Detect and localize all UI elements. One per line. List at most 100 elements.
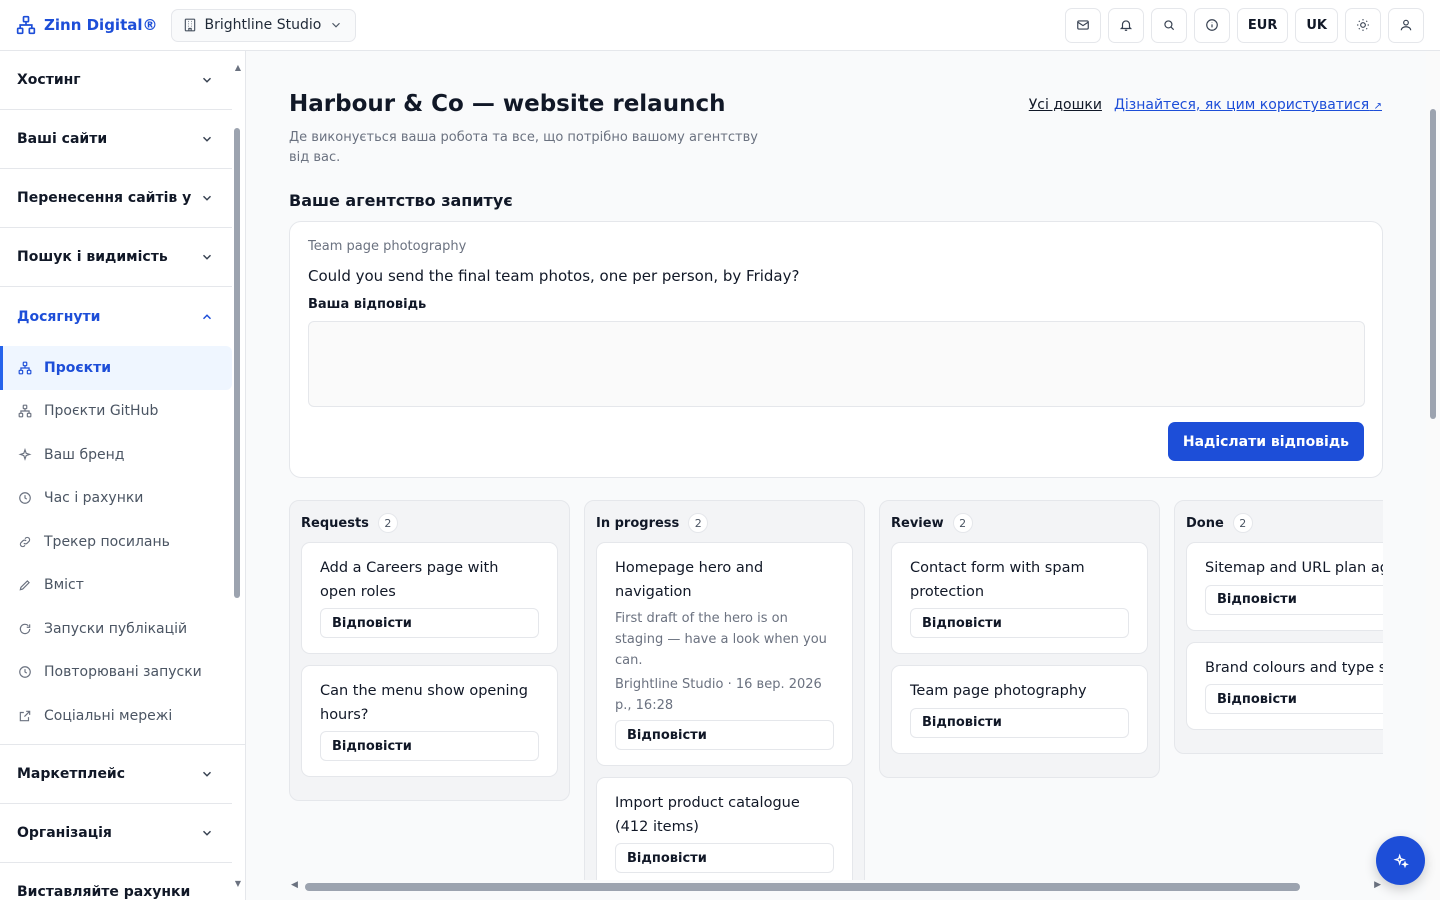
clock-icon — [19, 666, 31, 679]
board-column-requests: Requests 2 Add a Careers page with open r… — [289, 500, 570, 801]
chevron-down-icon — [332, 22, 341, 28]
column-count: 2 — [952, 513, 973, 533]
language-button[interactable]: UK — [1295, 7, 1338, 43]
sidebar-item-recurring-runs[interactable]: Повторювані запуски — [0, 651, 232, 695]
top-bar: Zinn Digital® Brightline Studio EUR UK — [0, 0, 1440, 51]
sidebar-item-content[interactable]: Вміст — [0, 564, 232, 608]
request-question: Could you send the final team photos, on… — [308, 267, 800, 285]
scroll-left-arrow[interactable]: ◀ — [291, 880, 298, 890]
sidebar-section-hosting[interactable]: Хостинг — [0, 51, 232, 110]
board-scroll-thumb[interactable] — [305, 883, 1300, 891]
chevron-down-icon — [202, 195, 212, 201]
reply-button[interactable]: Відповісти — [910, 707, 1129, 738]
learn-link[interactable]: Дізнайтеся, як цим користуватися ↗ — [1114, 97, 1382, 113]
board-card[interactable]: Sitemap and URL plan agreed Відповісти — [1186, 542, 1383, 631]
page-vertical-scrollbar[interactable] — [1426, 51, 1440, 900]
external-link-icon — [19, 710, 31, 721]
sidebar-item-github-projects[interactable]: Проєкти GitHub — [0, 390, 232, 434]
board-horizontal-scrollbar[interactable]: ◀ ▶ — [289, 880, 1383, 894]
column-count: 2 — [377, 513, 398, 533]
page-title: Harbour & Co — website relaunch — [289, 91, 726, 117]
board-card[interactable]: Contact form with spam protection Відпов… — [891, 542, 1148, 654]
request-section-heading: Ваше агентство запитує — [289, 191, 513, 210]
sidebar-item-publish-runs[interactable]: Запуски публікацій — [0, 607, 232, 651]
sidebar-section-reach[interactable]: Досягнути — [0, 287, 232, 346]
page-scroll-thumb[interactable] — [1430, 109, 1436, 419]
network-icon — [16, 15, 36, 35]
all-boards-link[interactable]: Усі дошки — [1029, 97, 1102, 113]
reply-button[interactable]: Відповісти — [1205, 684, 1383, 714]
board-card[interactable]: Import product catalogue (412 items) Від… — [596, 777, 853, 880]
network-icon — [18, 361, 32, 375]
kanban-board: Requests 2 Add a Careers page with open r… — [289, 500, 1383, 880]
column-count: 2 — [1232, 513, 1253, 533]
sidebar-scroll-up-arrow[interactable]: ▲ — [235, 63, 241, 72]
page-description: Де виконується ваша робота та все, що по… — [289, 130, 758, 165]
sidebar-scrollbar[interactable] — [234, 128, 240, 598]
assistant-button[interactable] — [1376, 836, 1425, 885]
board-column-done: Done2 Sitemap and URL plan agreed Відпов… — [1174, 500, 1383, 754]
bell-icon — [1119, 20, 1132, 31]
board-card[interactable]: Brand colours and type scale Відповісти — [1186, 641, 1383, 730]
info-button[interactable] — [1193, 7, 1230, 43]
pencil-icon — [19, 580, 30, 591]
brand-logo[interactable]: Zinn Digital® — [16, 15, 158, 35]
clock-icon — [19, 492, 31, 505]
reply-button[interactable]: Відповісти — [320, 731, 539, 761]
sidebar: Хостинг Ваші сайти Перенесення сайтів у … — [0, 51, 246, 900]
sparkle-icon — [1393, 853, 1409, 868]
sidebar-item-social[interactable]: Соціальні мережі — [0, 694, 232, 738]
refresh-icon — [19, 623, 31, 634]
scroll-right-arrow[interactable]: ▶ — [1374, 880, 1381, 890]
reply-button[interactable]: Відповісти — [320, 608, 539, 638]
board-column-in-progress: In progress 2 Homepage hero and navigatio… — [584, 500, 865, 880]
request-topic: Team page photography — [308, 239, 467, 254]
board-card[interactable]: Team page photography Відповісти — [891, 665, 1148, 754]
theme-toggle-button[interactable] — [1345, 7, 1381, 43]
chevron-down-icon — [202, 771, 212, 777]
link-icon — [19, 536, 31, 547]
chevron-up-icon — [202, 313, 212, 319]
user-icon — [1400, 19, 1412, 31]
currency-button[interactable]: EUR — [1236, 7, 1289, 43]
chevron-down-icon — [202, 830, 212, 836]
search-icon — [1164, 20, 1174, 31]
sidebar-section-sites[interactable]: Ваші сайти — [0, 110, 232, 169]
workspace-switcher[interactable]: Brightline Studio — [170, 8, 357, 42]
sidebar-item-link-tracker[interactable]: Трекер посилань — [0, 520, 232, 564]
sidebar-item-projects[interactable]: Проєкти — [0, 346, 232, 390]
sidebar-scroll-down-arrow[interactable]: ▼ — [235, 879, 241, 888]
sidebar-item-brand[interactable]: Ваш бренд — [0, 433, 232, 477]
chevron-down-icon — [202, 136, 212, 142]
notifications-button[interactable] — [1107, 7, 1144, 43]
sun-icon — [1357, 19, 1369, 31]
sidebar-section-search[interactable]: Пошук і видимість — [0, 228, 232, 287]
board-card[interactable]: Add a Careers page with open roles Відпо… — [301, 542, 558, 654]
board-card[interactable]: Can the menu show opening hours? Відпові… — [301, 665, 558, 777]
account-button[interactable] — [1388, 7, 1424, 43]
mail-button[interactable] — [1064, 7, 1101, 43]
sidebar-section-marketplace[interactable]: Маркетплейс — [0, 745, 232, 804]
reply-textarea[interactable] — [308, 321, 1365, 407]
sidebar-section-migration[interactable]: Перенесення сайтів у — [0, 169, 232, 228]
sidebar-section-organisation[interactable]: Організація — [0, 804, 232, 863]
reply-button[interactable]: Відповісти — [1205, 584, 1383, 615]
board-card[interactable]: Homepage hero and navigation First draft… — [596, 542, 853, 766]
reply-button[interactable]: Відповісти — [615, 720, 834, 750]
external-link-icon: ↗ — [1373, 101, 1382, 112]
chevron-down-icon — [202, 254, 212, 260]
reply-button[interactable]: Відповісти — [910, 608, 1129, 638]
send-reply-button[interactable]: Надіслати відповідь — [1167, 422, 1364, 461]
main-content: Harbour & Co — website relaunch Де викон… — [246, 51, 1426, 900]
request-card: Team page photography Could you send the… — [289, 221, 1383, 478]
column-count: 2 — [688, 513, 709, 533]
sidebar-item-time-billing[interactable]: Час і рахунки — [0, 477, 232, 521]
sidebar-section-billing[interactable]: Виставляйте рахунки — [0, 863, 232, 900]
reply-button[interactable]: Відповісти — [615, 843, 834, 873]
mail-icon — [1077, 20, 1089, 30]
sparkle-icon — [18, 447, 32, 461]
board-column-review: Review 2 Contact form with spam protectio… — [879, 500, 1160, 778]
search-button[interactable] — [1150, 7, 1187, 43]
card-note: First draft of the hero is on staging — … — [615, 611, 827, 668]
network-icon — [18, 404, 32, 418]
